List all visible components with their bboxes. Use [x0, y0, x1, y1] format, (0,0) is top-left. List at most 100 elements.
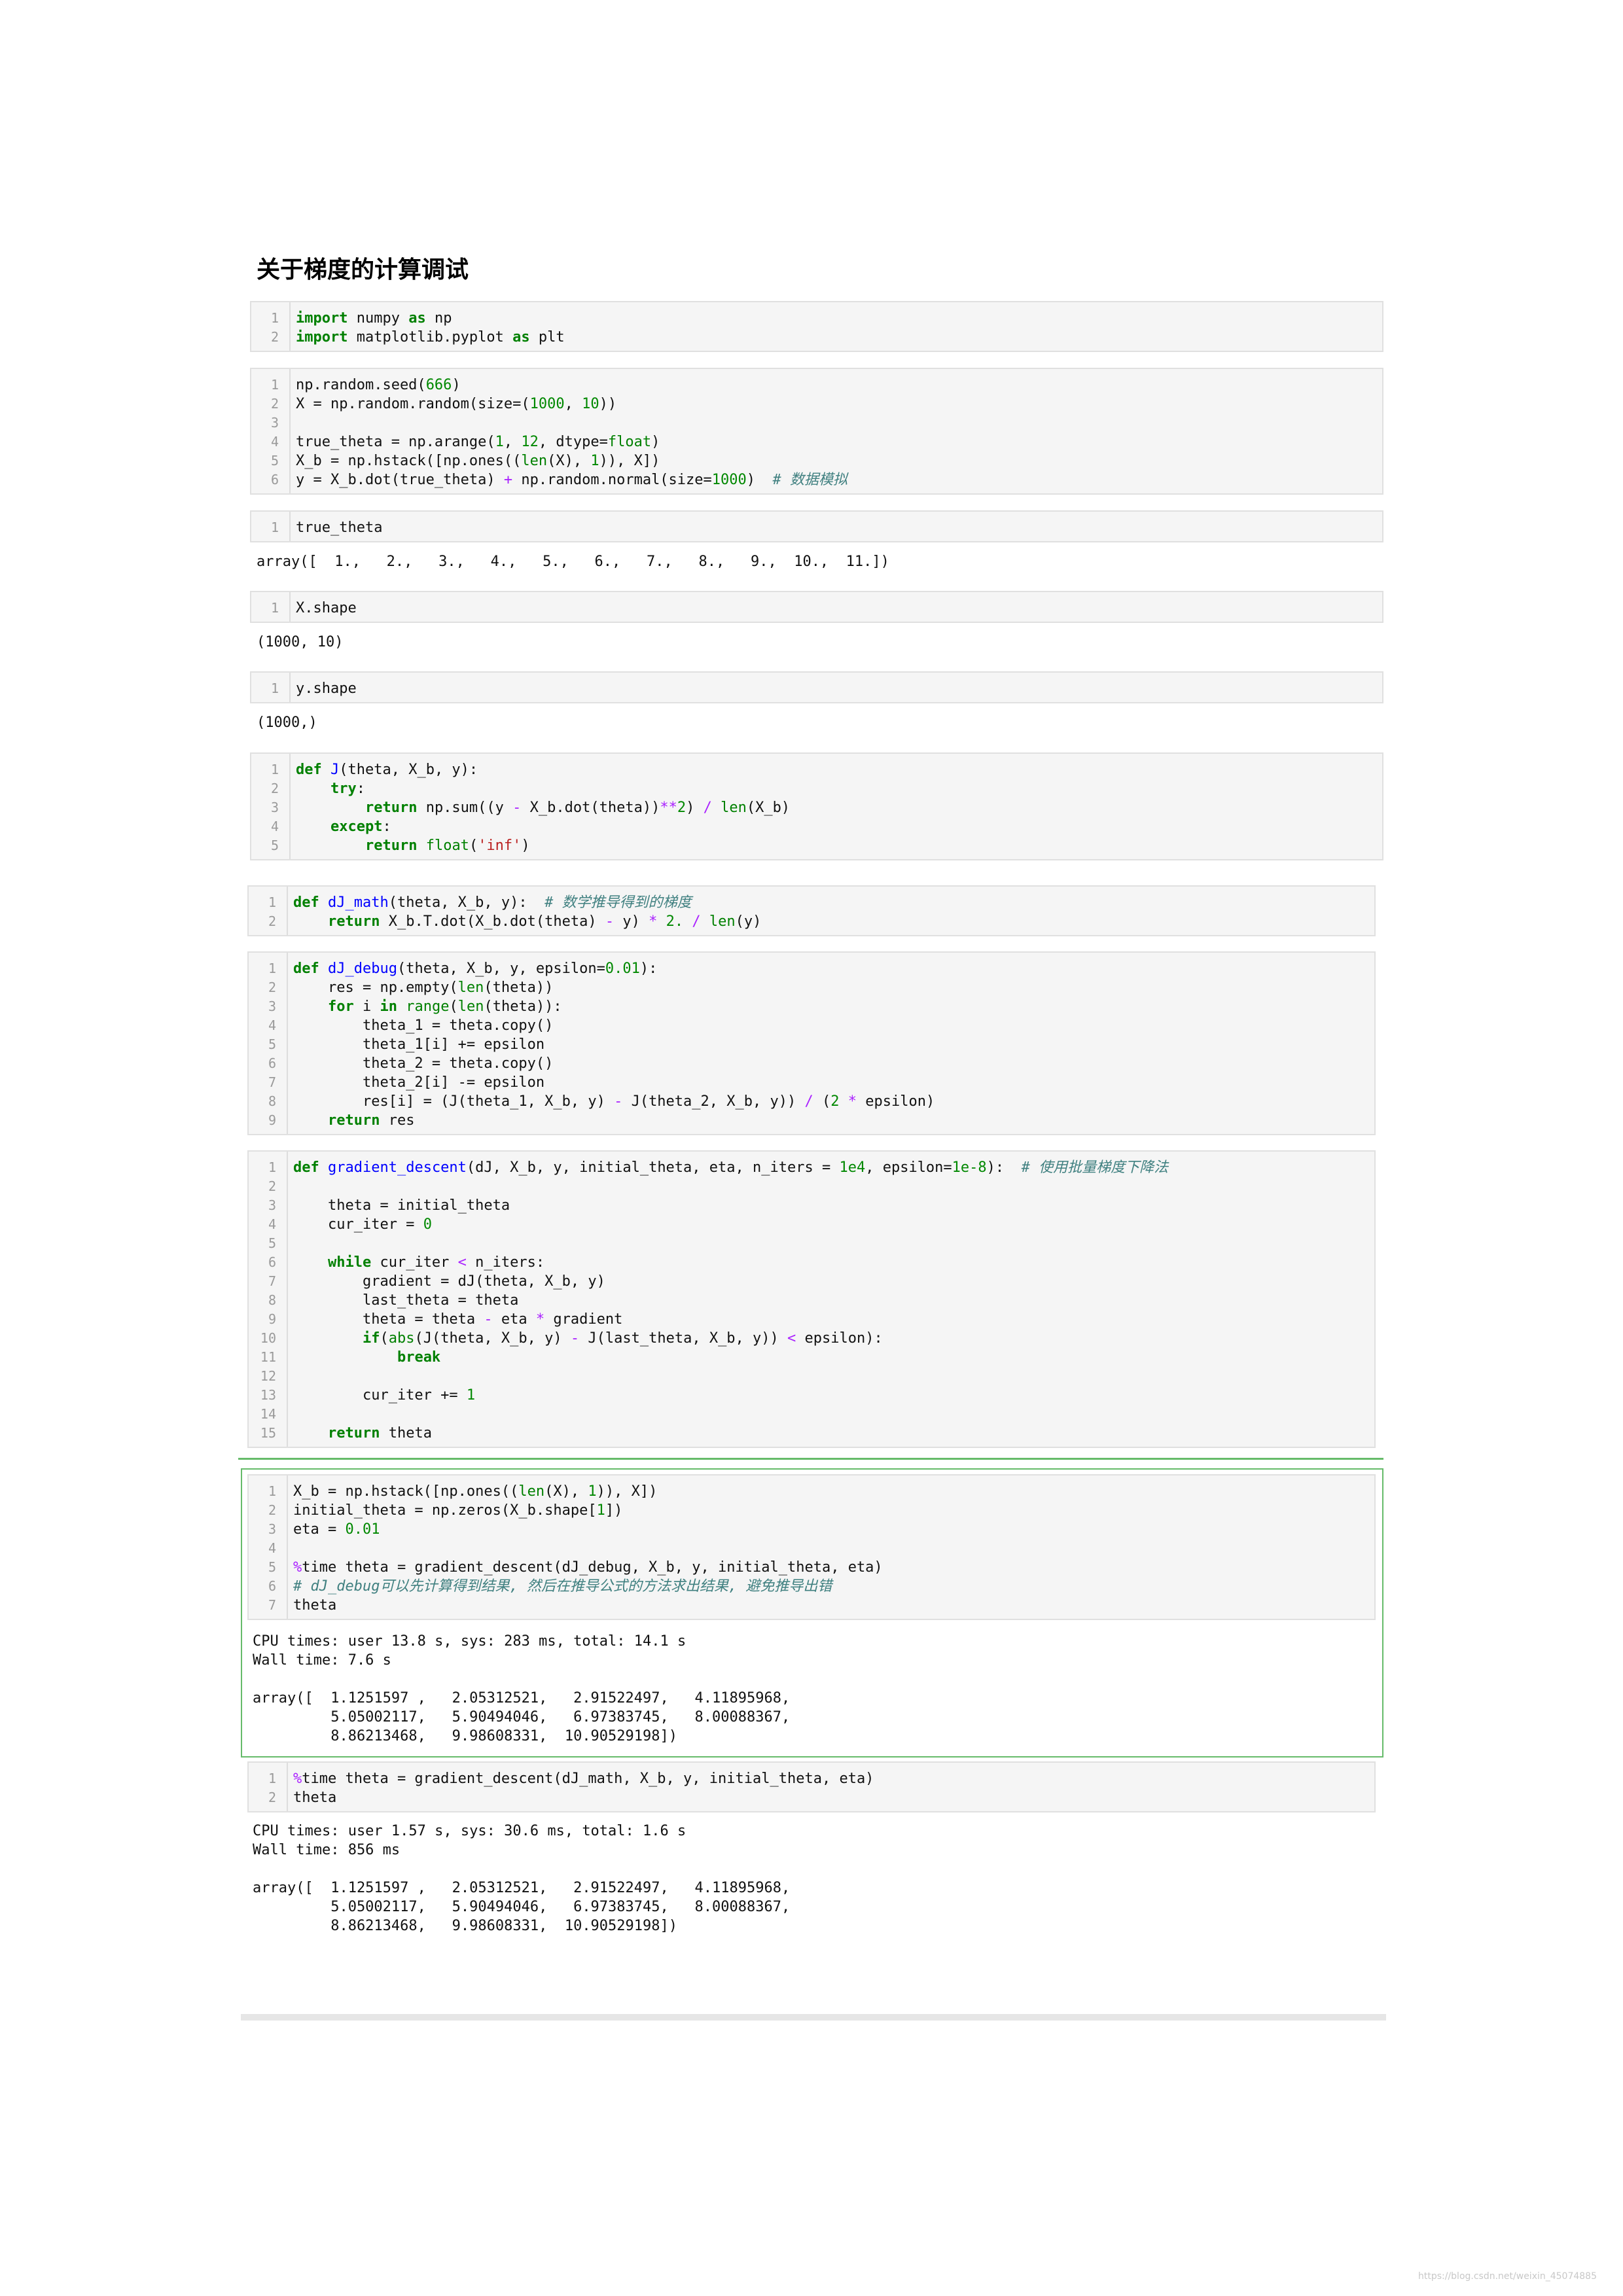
code-line[interactable]: 4 theta_1 = theta.copy() [249, 1016, 1374, 1035]
output-line: CPU times: user 1.57 s, sys: 30.6 ms, to… [253, 1823, 687, 1839]
code-line[interactable]: 1 def gradient_descent(dJ, X_b, y, initia… [249, 1158, 1374, 1177]
line-number: 1 [270, 520, 279, 535]
code-cell[interactable]: 1 X.shape [250, 591, 1383, 623]
code-line[interactable]: 2 try: [251, 779, 1382, 798]
code-cell[interactable]: 1 def dJ_math(theta, X_b, y): # 数学推导得到的梯度… [247, 885, 1376, 936]
code-line[interactable]: 3 for i in range(len(theta)): [249, 997, 1374, 1016]
code-line[interactable]: 12 [249, 1367, 1374, 1386]
code-line[interactable]: 15 return theta [249, 1424, 1374, 1443]
cell-output: CPU times: user 1.57 s, sys: 30.6 ms, to… [253, 1822, 790, 1935]
code-token: 0.01 [605, 961, 640, 977]
code-cell[interactable]: 1 y.shape [250, 671, 1383, 703]
line-number: 5 [268, 1559, 276, 1575]
code-line[interactable]: 1 %time theta = gradient_descent(dJ_math,… [249, 1769, 1374, 1788]
code-line[interactable]: 2 [249, 1177, 1374, 1196]
code-token: - [605, 913, 615, 930]
code-line[interactable]: 1 y.shape [251, 679, 1382, 698]
code-line[interactable]: 8 res[i] = (J(theta_1, X_b, y) - J(theta… [249, 1092, 1374, 1111]
code-token: return [365, 800, 418, 816]
code-text: last_theta = theta [293, 1291, 518, 1310]
code-token: 1e-8 [952, 1159, 987, 1176]
code-line[interactable]: 14 [249, 1405, 1374, 1424]
line-number: 3 [268, 998, 276, 1014]
code-line[interactable]: 5 theta_1[i] += epsilon [249, 1035, 1374, 1054]
code-token: X_b.T.dot(X_b.dot(theta) [380, 913, 605, 930]
code-line[interactable]: 4 except: [251, 817, 1382, 836]
code-line[interactable]: 6 while cur_iter < n_iters: [249, 1253, 1374, 1272]
code-cell[interactable]: 1 import numpy as np 2 import matplotlib.py… [250, 301, 1383, 352]
code-line[interactable]: 10 if(abs(J(theta, X_b, y) - J(last_thet… [249, 1329, 1374, 1348]
code-token: theta = initial_theta [293, 1197, 510, 1214]
code-line[interactable]: 2 import matplotlib.pyplot as plt [251, 328, 1382, 347]
line-number: 4 [268, 1017, 276, 1033]
code-line[interactable]: 3 return np.sum((y - X_b.dot(theta))**2)… [251, 798, 1382, 817]
code-cell[interactable]: 1 np.random.seed(666) 2 X = np.random.rando… [250, 368, 1383, 495]
code-line[interactable]: 11 break [249, 1348, 1374, 1367]
code-cell[interactable]: 1 def gradient_descent(dJ, X_b, y, initia… [247, 1150, 1376, 1448]
code-line[interactable]: 5 return float('inf') [251, 836, 1382, 855]
code-token: try [330, 781, 357, 797]
code-line[interactable]: 3 [251, 414, 1382, 433]
code-token: 666 [425, 377, 452, 393]
code-line[interactable]: 8 last_theta = theta [249, 1291, 1374, 1310]
line-number: 7 [268, 1074, 276, 1090]
code-line[interactable]: 1 X_b = np.hstack([np.ones((len(X), 1)), … [249, 1482, 1374, 1501]
code-token: ) [686, 800, 704, 816]
code-cell[interactable]: 1 def dJ_debug(theta, X_b, y, epsilon=0.0… [247, 951, 1376, 1135]
line-number: 6 [268, 1254, 276, 1270]
code-token: # 使用批量梯度下降法 [1021, 1159, 1169, 1176]
code-text: # dJ_debug可以先计算得到结果, 然后在推导公式的方法求出结果, 避免推… [293, 1577, 832, 1596]
code-line[interactable]: 6 theta_2 = theta.copy() [249, 1054, 1374, 1073]
code-line[interactable]: 13 cur_iter += 1 [249, 1386, 1374, 1405]
code-line[interactable]: 9 theta = theta - eta * gradient [249, 1310, 1374, 1329]
code-line[interactable]: 4 cur_iter = 0 [249, 1215, 1374, 1234]
code-line[interactable]: 5 X_b = np.hstack([np.ones((len(X), 1)), … [251, 451, 1382, 470]
code-line[interactable]: 2 theta [249, 1788, 1374, 1807]
code-line[interactable]: 1 true_theta [251, 518, 1382, 537]
code-line[interactable]: 2 return X_b.T.dot(X_b.dot(theta) - y) *… [249, 912, 1374, 931]
code-line[interactable]: 4 [249, 1539, 1374, 1558]
code-token: 10 [582, 396, 599, 412]
code-text: X.shape [296, 599, 357, 618]
code-line[interactable]: 7 theta [249, 1596, 1374, 1615]
code-line[interactable]: 1 np.random.seed(666) [251, 376, 1382, 395]
code-line[interactable]: 1 def J(theta, X_b, y): [251, 760, 1382, 779]
code-line[interactable]: 5 [249, 1234, 1374, 1253]
code-line[interactable]: 1 def dJ_debug(theta, X_b, y, epsilon=0.0… [249, 959, 1374, 978]
code-line[interactable]: 9 return res [249, 1111, 1374, 1130]
code-cell[interactable]: 1 %time theta = gradient_descent(dJ_math,… [247, 1761, 1376, 1812]
code-cell[interactable]: 1 def J(theta, X_b, y): 2 try: 3 return np.… [250, 752, 1383, 860]
code-line[interactable]: 5 %time theta = gradient_descent(dJ_debug… [249, 1558, 1374, 1577]
code-line[interactable]: 1 import numpy as np [251, 309, 1382, 328]
code-line[interactable]: 7 gradient = dJ(theta, X_b, y) [249, 1272, 1374, 1291]
code-line[interactable]: 7 theta_2[i] -= epsilon [249, 1073, 1374, 1092]
code-line[interactable]: 4 true_theta = np.arange(1, 12, dtype=flo… [251, 433, 1382, 451]
code-line[interactable]: 2 initial_theta = np.zeros(X_b.shape[1]) [249, 1501, 1374, 1520]
output-line: array([ 1., 2., 3., 4., 5., 6., 7., 8., … [257, 554, 889, 570]
code-line[interactable]: 1 def dJ_math(theta, X_b, y): # 数学推导得到的梯度 [249, 893, 1374, 912]
code-token: % [293, 1771, 302, 1787]
line-number: 7 [268, 1597, 276, 1613]
code-token: return [327, 913, 380, 930]
code-line[interactable]: 6 y = X_b.dot(true_theta) + np.random.nor… [251, 470, 1382, 489]
code-token: theta_1[i] += epsilon [293, 1036, 545, 1053]
code-line[interactable]: 2 res = np.empty(len(theta)) [249, 978, 1374, 997]
code-token: ( [380, 1330, 389, 1347]
horizontal-scrollbar[interactable] [241, 2014, 1386, 2021]
code-cell[interactable]: 1 X_b = np.hstack([np.ones((len(X), 1)), … [247, 1474, 1376, 1620]
code-line[interactable]: 1 X.shape [251, 599, 1382, 618]
code-line[interactable]: 3 theta = initial_theta [249, 1196, 1374, 1215]
code-token: , epsilon= [865, 1159, 952, 1176]
code-line[interactable]: 2 X = np.random.random(size=(1000, 10)) [251, 395, 1382, 414]
code-text: theta_2 = theta.copy() [293, 1054, 553, 1073]
code-line[interactable]: 3 eta = 0.01 [249, 1520, 1374, 1539]
code-text: return float('inf') [296, 836, 530, 855]
code-line[interactable]: 6 # dJ_debug可以先计算得到结果, 然后在推导公式的方法求出结果, 避免… [249, 1577, 1374, 1596]
code-cell[interactable]: 1 true_theta [250, 510, 1383, 542]
